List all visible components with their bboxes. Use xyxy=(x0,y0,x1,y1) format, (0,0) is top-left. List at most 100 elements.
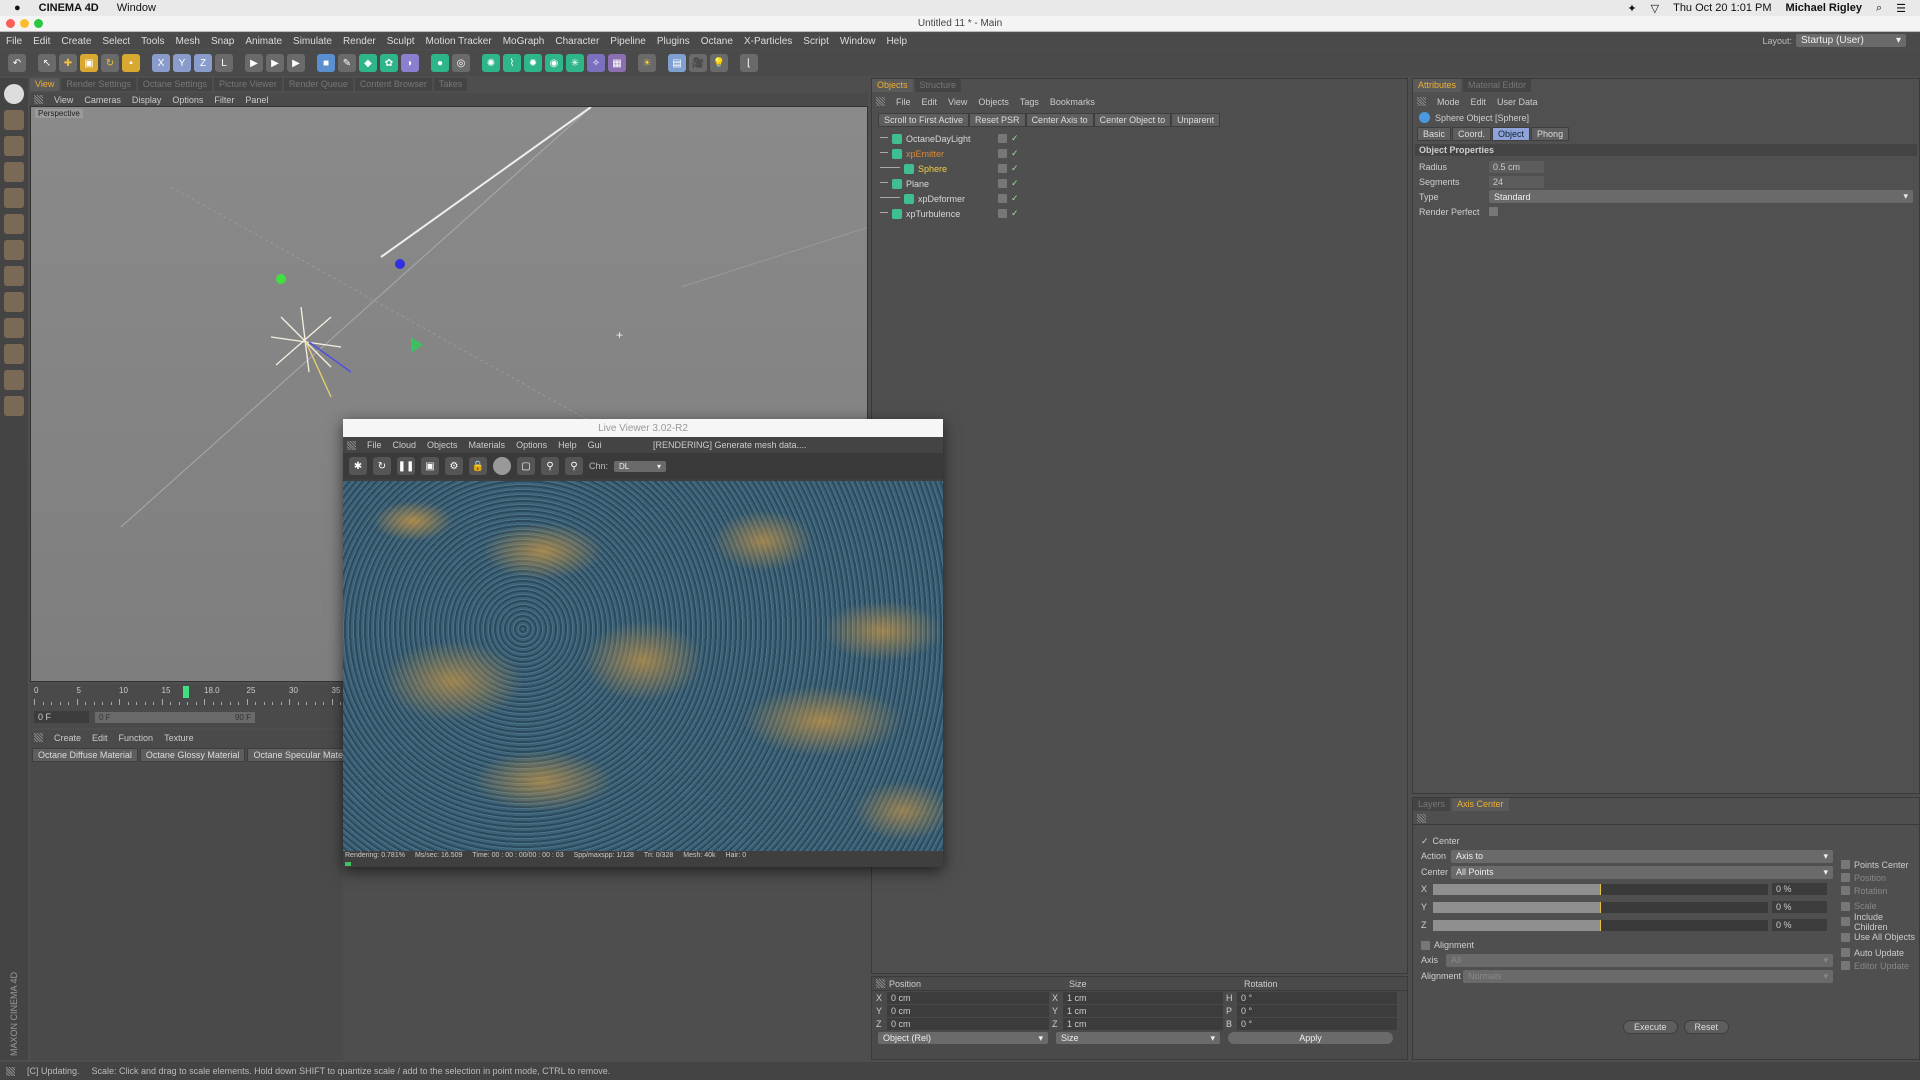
tab-takes[interactable]: Takes xyxy=(433,78,468,91)
pick-focus-icon[interactable]: ⚲ xyxy=(541,457,559,475)
xp-cache-icon[interactable]: ▦ xyxy=(608,54,626,72)
y-value-field[interactable]: 0 % xyxy=(1772,901,1827,913)
enabled-check-icon[interactable]: ✓ xyxy=(1011,133,1019,144)
menu-render[interactable]: Render xyxy=(343,36,376,47)
xp-modifier-icon[interactable]: ⌇ xyxy=(503,54,521,72)
xp-question-icon[interactable]: ◉ xyxy=(545,54,563,72)
close-button[interactable] xyxy=(6,19,15,28)
user-name[interactable]: Michael Rigley xyxy=(1786,2,1862,14)
lock-workplane-icon[interactable] xyxy=(4,396,24,416)
tab-content-browser[interactable]: Content Browser xyxy=(354,78,432,91)
layer-visibility-checkbox[interactable] xyxy=(998,149,1007,158)
tab-picture-viewer[interactable]: Picture Viewer xyxy=(213,78,282,91)
size-field[interactable]: 1 cm xyxy=(1063,1004,1223,1017)
menu-plugins[interactable]: Plugins xyxy=(657,36,690,47)
checkbox[interactable] xyxy=(1841,886,1850,895)
app-menu[interactable]: CINEMA 4D xyxy=(39,2,99,14)
pause-icon[interactable]: ❚❚ xyxy=(397,457,415,475)
viewport-menu-cameras[interactable]: Cameras xyxy=(84,95,121,105)
viewport-menu-panel[interactable]: Panel xyxy=(245,95,268,105)
rotate-icon[interactable]: ↻ xyxy=(101,54,119,72)
checkbox[interactable] xyxy=(1841,860,1850,869)
enabled-check-icon[interactable]: ✓ xyxy=(1011,178,1019,189)
restart-icon[interactable]: ↻ xyxy=(373,457,391,475)
menu-motion-tracker[interactable]: Motion Tracker xyxy=(426,36,492,47)
menu-snap[interactable]: Snap xyxy=(211,36,234,47)
size-mode-dropdown[interactable]: Size ▾ xyxy=(1056,1032,1220,1044)
z-value-field[interactable]: 0 % xyxy=(1772,919,1827,931)
checkbox[interactable] xyxy=(1841,917,1850,926)
menu-create[interactable]: Create xyxy=(61,36,91,47)
x-value-field[interactable]: 0 % xyxy=(1772,883,1827,895)
dropbox-icon[interactable]: ✦ xyxy=(1627,2,1636,15)
search-icon[interactable]: ⌕ xyxy=(1876,2,1882,15)
menu-tools[interactable]: Tools xyxy=(141,36,164,47)
enabled-check-icon[interactable]: ✓ xyxy=(1011,148,1019,159)
live-viewer-menu-gui[interactable]: Gui xyxy=(588,440,602,450)
layer-visibility-checkbox[interactable] xyxy=(998,134,1007,143)
reset-button[interactable]: Reset xyxy=(1683,1020,1730,1034)
menu-x-particles[interactable]: X-Particles xyxy=(744,36,792,47)
viewport-menu-display[interactable]: Display xyxy=(132,95,162,105)
z-slider[interactable] xyxy=(1433,919,1768,931)
coordinate-system-icon[interactable]: L xyxy=(215,54,233,72)
polygons-mode-icon[interactable] xyxy=(4,240,24,260)
menu-script[interactable]: Script xyxy=(803,36,829,47)
frame-range-slider[interactable]: 0 F 90 F xyxy=(95,711,255,723)
render-perfect-checkbox[interactable] xyxy=(1489,207,1498,216)
axis-mode-icon[interactable] xyxy=(4,266,24,286)
recent-tool-icon[interactable]: ▪ xyxy=(122,54,140,72)
segments-field[interactable]: 24 xyxy=(1489,175,1544,188)
menu-window[interactable]: Window xyxy=(840,36,876,47)
tab-layers[interactable]: Layers xyxy=(1413,798,1451,811)
save-image-icon[interactable]: ▣ xyxy=(421,457,439,475)
tweak-icon[interactable] xyxy=(4,292,24,312)
tab-attributes[interactable]: Attributes xyxy=(1413,79,1462,92)
object-menu-objects[interactable]: Objects xyxy=(978,97,1009,107)
option-include-children[interactable]: Include Children xyxy=(1841,912,1919,932)
object-row[interactable]: Plane ✓ xyxy=(872,176,1407,191)
list-icon[interactable]: ☰ xyxy=(1896,2,1906,15)
subtab-phong[interactable]: Phong xyxy=(1531,127,1570,141)
channel-dropdown[interactable]: DL ▾ xyxy=(614,460,667,472)
viewport-menu-options[interactable]: Options xyxy=(172,95,203,105)
floor-icon[interactable]: ▤ xyxy=(668,54,686,72)
layer-visibility-checkbox[interactable] xyxy=(998,209,1007,218)
subdivision-icon[interactable]: ◆ xyxy=(359,54,377,72)
z-axis-button[interactable]: Z xyxy=(194,54,212,72)
wifi-icon[interactable]: ▽ xyxy=(1651,2,1659,15)
zoom-button[interactable] xyxy=(34,19,43,28)
axis-dropdown[interactable]: All ▾ xyxy=(1446,953,1833,967)
object-row[interactable]: Sphere ✓ xyxy=(872,161,1407,176)
snap-icon[interactable] xyxy=(4,318,24,338)
scale-handle[interactable] xyxy=(411,337,423,353)
light-icon[interactable]: 💡 xyxy=(710,54,728,72)
center-dropdown[interactable]: All Points ▾ xyxy=(1451,865,1833,879)
option-position[interactable]: Position xyxy=(1841,871,1919,884)
grid-icon[interactable] xyxy=(4,370,24,390)
reset-psr-button[interactable]: Reset PSR xyxy=(969,113,1026,127)
tab-material-editor[interactable]: Material Editor xyxy=(1463,79,1532,92)
live-viewer-menu-options[interactable]: Options xyxy=(516,440,547,450)
menu-pipeline[interactable]: Pipeline xyxy=(610,36,646,47)
xp-generator-icon[interactable]: ✹ xyxy=(524,54,542,72)
points-mode-icon[interactable] xyxy=(4,188,24,208)
menu-mesh[interactable]: Mesh xyxy=(176,36,200,47)
object-menu-bookmarks[interactable]: Bookmarks xyxy=(1050,97,1095,107)
type-dropdown[interactable]: Standard ▾ xyxy=(1489,190,1913,203)
material-menu-create[interactable]: Create xyxy=(54,733,81,743)
tab-view[interactable]: View xyxy=(30,78,60,91)
checkbox[interactable] xyxy=(1841,948,1850,957)
tab-render-queue[interactable]: Render Queue xyxy=(283,78,353,91)
coordinate-mode-dropdown[interactable]: Object (Rel) ▾ xyxy=(878,1032,1048,1044)
option-points-center[interactable]: Points Center xyxy=(1841,858,1919,871)
object-row[interactable]: xpTurbulence ✓ xyxy=(872,206,1407,221)
object-row[interactable]: xpEmitter ✓ xyxy=(872,146,1407,161)
x-axis-button[interactable]: X xyxy=(152,54,170,72)
scroll-to-first-active-button[interactable]: Scroll to First Active xyxy=(878,113,970,127)
live-viewer-menu-cloud[interactable]: Cloud xyxy=(393,440,417,450)
unparent-button[interactable]: Unparent xyxy=(1171,113,1221,127)
attribute-menu-edit[interactable]: Edit xyxy=(1471,97,1487,107)
checkbox[interactable] xyxy=(1841,932,1850,942)
checkbox[interactable] xyxy=(1841,961,1850,970)
